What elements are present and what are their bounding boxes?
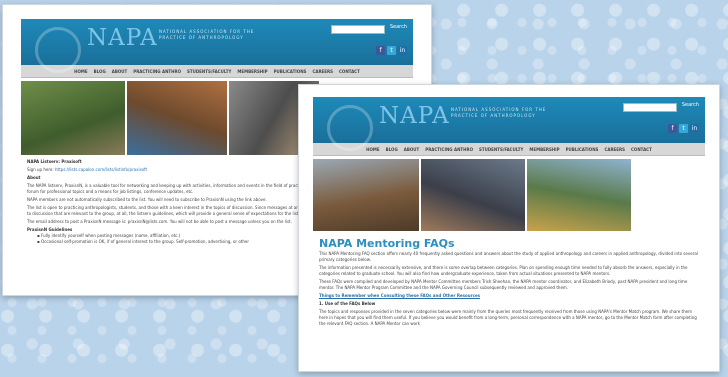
nav-home[interactable]: HOME bbox=[74, 69, 87, 74]
signup-link[interactable]: https://lists.capalon.com/lists/listinfo… bbox=[55, 167, 147, 172]
photo-strip bbox=[313, 156, 705, 231]
search-input[interactable] bbox=[623, 103, 677, 112]
social-links: f t in bbox=[374, 37, 407, 56]
nav-home[interactable]: HOME bbox=[366, 147, 379, 152]
nav-blog[interactable]: BLOG bbox=[386, 147, 398, 152]
paragraph: These FAQs were compiled and developed b… bbox=[319, 279, 688, 290]
logo-arc-icon bbox=[327, 105, 373, 151]
facebook-icon[interactable]: f bbox=[376, 46, 385, 55]
nav-about[interactable]: ABOUT bbox=[112, 69, 128, 74]
search-button[interactable]: Search bbox=[682, 102, 699, 108]
twitter-icon[interactable]: t bbox=[679, 124, 688, 133]
social-links: f t in bbox=[666, 115, 699, 134]
nav-careers[interactable]: CAREERS bbox=[312, 69, 333, 74]
twitter-icon[interactable]: t bbox=[387, 46, 396, 55]
napa-logo[interactable]: NAPA bbox=[87, 25, 158, 51]
logo-arc-icon bbox=[35, 27, 81, 73]
linkedin-icon[interactable]: in bbox=[690, 124, 699, 133]
paragraph: The topics and responses provided in the… bbox=[319, 309, 697, 326]
tagline: NATIONAL ASSOCIATION FOR THE PRACTICE OF… bbox=[451, 107, 547, 118]
site-header: NAPA NATIONAL ASSOCIATION FOR THE PRACTI… bbox=[313, 97, 705, 151]
nav-careers[interactable]: CAREERS bbox=[604, 147, 625, 152]
faq-section-heading: 1. Use of the FAQs Below bbox=[319, 301, 376, 306]
signup-label: Sign up here: bbox=[27, 167, 54, 172]
bullet-text: Fully identify yourself when posting mes… bbox=[40, 233, 181, 238]
nav-membership[interactable]: MEMBERSHIP bbox=[237, 69, 267, 74]
nav-practicing-anthro[interactable]: PRACTICING ANTHRO bbox=[133, 69, 181, 74]
search-button[interactable]: Search bbox=[390, 24, 407, 30]
nav-contact[interactable]: CONTACT bbox=[339, 69, 360, 74]
nav-publications[interactable]: PUBLICATIONS bbox=[274, 69, 307, 74]
main-nav: HOME BLOG ABOUT PRACTICING ANTHRO STUDEN… bbox=[313, 143, 705, 156]
page-title: NAPA Mentoring FAQs bbox=[319, 237, 455, 250]
bullet-text: Occasional self-promotion is OK, if of g… bbox=[40, 239, 249, 244]
things-to-remember-link[interactable]: Things to Remember when Consulting these… bbox=[319, 293, 699, 299]
field-photo-harbor bbox=[527, 159, 631, 231]
search-input[interactable] bbox=[331, 25, 385, 34]
facebook-icon[interactable]: f bbox=[668, 124, 677, 133]
linkedin-icon[interactable]: in bbox=[398, 46, 407, 55]
nav-students-faculty[interactable]: STUDENTS/FACULTY bbox=[187, 69, 231, 74]
paragraph: The information presented is necessarily… bbox=[319, 265, 688, 276]
field-photo-village bbox=[313, 159, 419, 231]
site-header: NAPA NATIONAL ASSOCIATION FOR THE PRACTI… bbox=[21, 19, 413, 73]
main-nav: HOME BLOG ABOUT PRACTICING ANTHRO STUDEN… bbox=[21, 65, 413, 78]
mentoring-faq-page-screenshot: NAPA NATIONAL ASSOCIATION FOR THE PRACTI… bbox=[298, 84, 720, 372]
field-photo-classroom bbox=[421, 159, 525, 231]
napa-logo[interactable]: NAPA bbox=[379, 103, 450, 129]
page-content: NAPA Mentoring FAQs This NAPA Mentoring … bbox=[313, 231, 705, 333]
nav-blog[interactable]: BLOG bbox=[94, 69, 106, 74]
nav-contact[interactable]: CONTACT bbox=[631, 147, 652, 152]
tagline: NATIONAL ASSOCIATION FOR THE PRACTICE OF… bbox=[159, 29, 255, 40]
nav-publications[interactable]: PUBLICATIONS bbox=[566, 147, 599, 152]
nav-students-faculty[interactable]: STUDENTS/FACULTY bbox=[479, 147, 523, 152]
paragraph: This NAPA Mentoring FAQ section offers n… bbox=[319, 251, 698, 262]
field-photo-market bbox=[127, 81, 227, 155]
field-photo-forest bbox=[21, 81, 125, 155]
nav-membership[interactable]: MEMBERSHIP bbox=[529, 147, 559, 152]
nav-practicing-anthro[interactable]: PRACTICING ANTHRO bbox=[425, 147, 473, 152]
napa-site: NAPA NATIONAL ASSOCIATION FOR THE PRACTI… bbox=[313, 97, 705, 371]
nav-about[interactable]: ABOUT bbox=[404, 147, 420, 152]
